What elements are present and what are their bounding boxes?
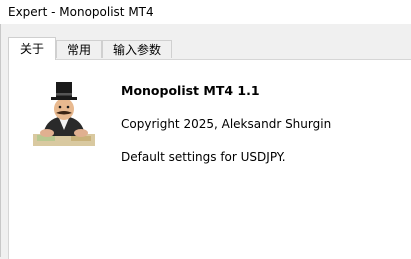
about-info: Monopolist MT4 1.1 Copyright 2025, Aleks… [121, 83, 331, 164]
expert-name: Monopolist MT4 1.1 [121, 83, 260, 98]
window-title: Expert - Monopolist MT4 [8, 5, 154, 19]
monopolist-logo-icon [31, 82, 97, 148]
description-text: Default settings for USDJPY. [121, 150, 286, 164]
title-bar: Expert - Monopolist MT4 [0, 0, 411, 24]
tab-inputs[interactable]: 输入参数 [102, 40, 172, 58]
tab-about[interactable]: 关于 [8, 37, 56, 60]
copyright-text: Copyright 2025, Aleksandr Shurgin [121, 117, 332, 131]
about-panel: Monopolist MT4 1.1 Copyright 2025, Aleks… [8, 59, 411, 259]
window-left-border [0, 24, 1, 257]
tab-common[interactable]: 常用 [56, 40, 102, 58]
